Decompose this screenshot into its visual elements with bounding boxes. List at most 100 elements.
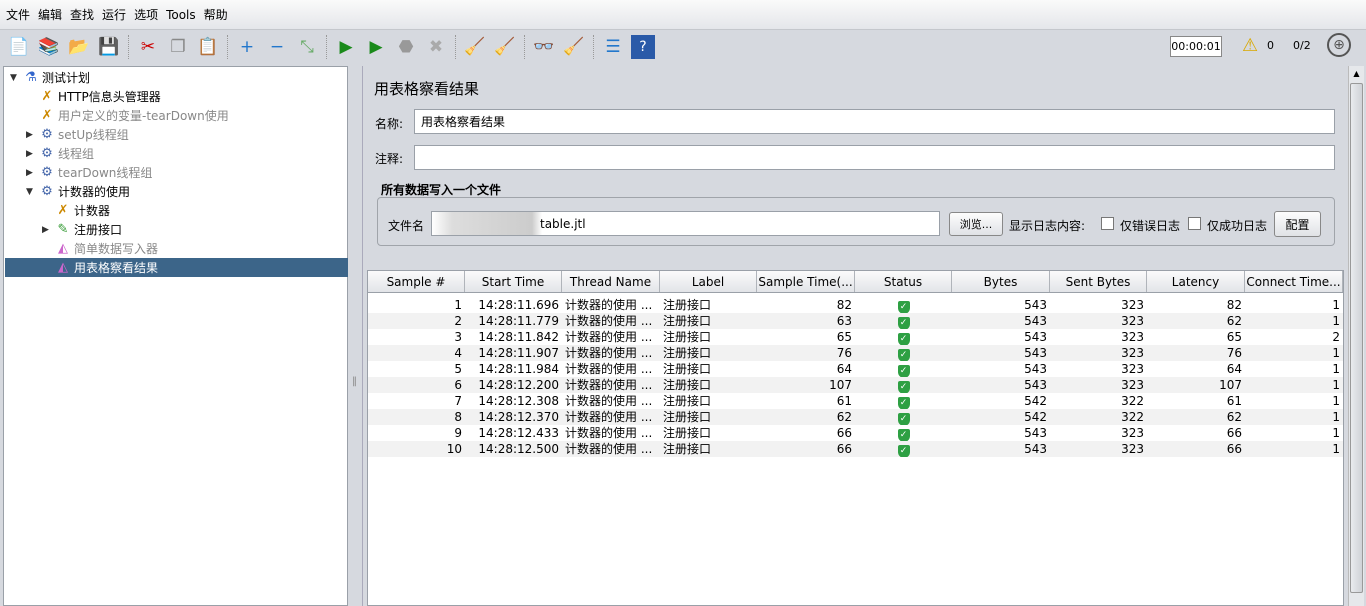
search-icon[interactable]: 👓 (532, 35, 556, 59)
tree-node[interactable]: ◭ 简单数据写入器 (42, 239, 158, 258)
column-header[interactable]: Status (855, 271, 952, 292)
open-icon[interactable]: 📂 (67, 35, 91, 59)
function-helper-icon[interactable]: ☰ (601, 35, 625, 59)
new-icon[interactable]: 📄 (7, 35, 31, 59)
table-cell: 计数器的使用 ... (565, 378, 653, 392)
save-icon[interactable]: 💾 (97, 35, 121, 59)
name-input[interactable]: 用表格察看结果 (414, 109, 1335, 134)
table-row[interactable]: 5 14:28:11.984 计数器的使用 ... 注册接口 64 ✓ 543 323 64 1 (368, 361, 1343, 377)
tree-node-label: 简单数据写入器 (74, 242, 159, 256)
browse-button[interactable]: 浏览... (949, 212, 1003, 236)
table-row[interactable]: 7 14:28:12.308 计数器的使用 ... 注册接口 61 ✓ 542 322 61 1 (368, 393, 1343, 409)
tree-node[interactable]: ▶ ⚙ 线程组 (26, 144, 94, 163)
paste-icon[interactable]: 📋 (196, 35, 220, 59)
menu-4[interactable]: 选项 (134, 6, 158, 23)
menu-0[interactable]: 文件 (6, 6, 30, 23)
test-plan-icon: ⚗ (25, 70, 37, 85)
toolbar-separator (524, 34, 525, 59)
tree-toggle-icon[interactable]: ▼ (26, 187, 38, 197)
templates-icon[interactable]: 📚 (37, 35, 61, 59)
errors-only-checkbox[interactable] (1101, 217, 1114, 230)
collapse-icon[interactable]: − (265, 35, 289, 59)
tree-toggle-icon[interactable]: ▶ (26, 130, 38, 140)
table-cell: 62 (1226, 314, 1242, 328)
status-cell: ✓ (855, 313, 952, 329)
tree-node[interactable]: ✗ HTTP信息头管理器 (26, 87, 161, 106)
help-icon[interactable]: ? (631, 34, 655, 59)
column-header[interactable]: Latency (1147, 271, 1245, 292)
shutdown-icon[interactable]: ✖ (424, 35, 448, 59)
menu-3[interactable]: 运行 (102, 6, 126, 23)
reset-search-icon[interactable]: 🧹 (562, 35, 586, 59)
copy-icon[interactable]: ❐ (166, 35, 190, 59)
table-cell: 107 (829, 378, 852, 392)
tree-node[interactable]: ✗ 用户定义的变量-tearDown使用 (26, 106, 229, 125)
column-header[interactable]: Sent Bytes (1050, 271, 1147, 292)
warning-icon[interactable]: ⚠ (1242, 35, 1258, 56)
start-icon[interactable]: ▶ (334, 35, 358, 59)
expand-icon[interactable]: + (235, 35, 259, 59)
column-header[interactable]: Label (660, 271, 757, 292)
table-cell: 543 (1024, 426, 1047, 440)
comment-input[interactable] (414, 145, 1335, 170)
table-row[interactable]: 9 14:28:12.433 计数器的使用 ... 注册接口 66 ✓ 543 323 66 1 (368, 425, 1343, 441)
vertical-scrollbar[interactable]: ▲ (1348, 66, 1364, 606)
tree-node[interactable]: ▶ ✎ 注册接口 (42, 220, 122, 239)
menu-6[interactable]: 帮助 (204, 6, 228, 23)
table-row[interactable]: 1 14:28:11.696 计数器的使用 ... 注册接口 82 ✓ 543 323 82 1 (368, 297, 1343, 313)
tree-toggle-icon[interactable]: ▶ (26, 149, 38, 159)
tree-node-label: 测试计划 (42, 71, 91, 85)
toggle-icon[interactable]: ⤡ (295, 35, 319, 59)
tree-node[interactable]: ✗ 计数器 (42, 201, 110, 220)
success-only-checkbox[interactable] (1188, 217, 1201, 230)
remote-icon[interactable]: ⊕ (1327, 33, 1351, 57)
table-cell: 计数器的使用 ... (565, 426, 653, 440)
column-header[interactable]: Sample # (368, 271, 465, 292)
table-cell: 4 (454, 346, 462, 360)
menu-1[interactable]: 编辑 (38, 6, 62, 23)
table-row[interactable]: 10 14:28:12.500 计数器的使用 ... 注册接口 66 ✓ 543 323 66 1 (368, 441, 1343, 457)
tree-node[interactable]: ◭ 用表格察看结果 (5, 258, 348, 277)
filename-input[interactable]: table.jtl (431, 211, 940, 236)
table-cell: 计数器的使用 ... (565, 442, 653, 456)
table-cell: 计数器的使用 ... (565, 394, 653, 408)
tree-node[interactable]: ▼ ⚗ 测试计划 (10, 68, 90, 87)
configure-button[interactable]: 配置 (1274, 211, 1321, 237)
table-cell: 7 (454, 394, 462, 408)
scrollbar-thumb[interactable] (1350, 83, 1363, 593)
clear-all-icon[interactable]: 🧹 (493, 35, 517, 59)
table-row[interactable]: 4 14:28:11.907 计数器的使用 ... 注册接口 76 ✓ 543 323 76 1 (368, 345, 1343, 361)
column-header[interactable]: Sample Time(... (757, 271, 855, 292)
tree-toggle-icon[interactable]: ▶ (26, 168, 38, 178)
split-divider[interactable]: ‖ (350, 66, 358, 606)
table-cell: 65 (1226, 330, 1242, 344)
start-no-timers-icon[interactable]: ▶ (364, 35, 388, 59)
table-cell: 注册接口 (663, 394, 712, 408)
table-row[interactable]: 8 14:28:12.370 计数器的使用 ... 注册接口 62 ✓ 542 322 62 1 (368, 409, 1343, 425)
menu-2[interactable]: 查找 (70, 6, 94, 23)
table-cell: 8 (454, 410, 462, 424)
table-row[interactable]: 3 14:28:11.842 计数器的使用 ... 注册接口 65 ✓ 543 323 65 2 (368, 329, 1343, 345)
table-row[interactable]: 2 14:28:11.779 计数器的使用 ... 注册接口 63 ✓ 543 323 62 1 (368, 313, 1343, 329)
table-row[interactable]: 6 14:28:12.200 计数器的使用 ... 注册接口 107 ✓ 543 323 107… (368, 377, 1343, 393)
column-header[interactable]: Thread Name (562, 271, 660, 292)
tree-node[interactable]: ▼ ⚙ 计数器的使用 (26, 182, 130, 201)
table-cell: 1 (1332, 362, 1340, 376)
thread-group-icon: ⚙ (41, 146, 53, 161)
tree-node[interactable]: ▶ ⚙ setUp线程组 (26, 125, 129, 144)
success-only-label: 仅成功日志 (1207, 219, 1268, 233)
table-cell: 注册接口 (663, 314, 712, 328)
tree-toggle-icon[interactable]: ▶ (42, 225, 54, 235)
table-cell: 1 (1332, 410, 1340, 424)
column-header[interactable]: Start Time (465, 271, 562, 292)
cut-icon[interactable]: ✂ (136, 35, 160, 59)
tree-toggle-icon[interactable]: ▼ (10, 73, 22, 83)
clear-icon[interactable]: 🧹 (463, 35, 487, 59)
tree-node[interactable]: ▶ ⚙ tearDown线程组 (26, 163, 152, 182)
success-shield-icon: ✓ (897, 317, 910, 329)
table-cell: 计数器的使用 ... (565, 410, 653, 424)
column-header[interactable]: Bytes (952, 271, 1050, 292)
menu-5[interactable]: Tools (166, 8, 196, 22)
column-header[interactable]: Connect Time... (1245, 271, 1343, 292)
stop-icon[interactable]: ⬣ (394, 35, 418, 59)
